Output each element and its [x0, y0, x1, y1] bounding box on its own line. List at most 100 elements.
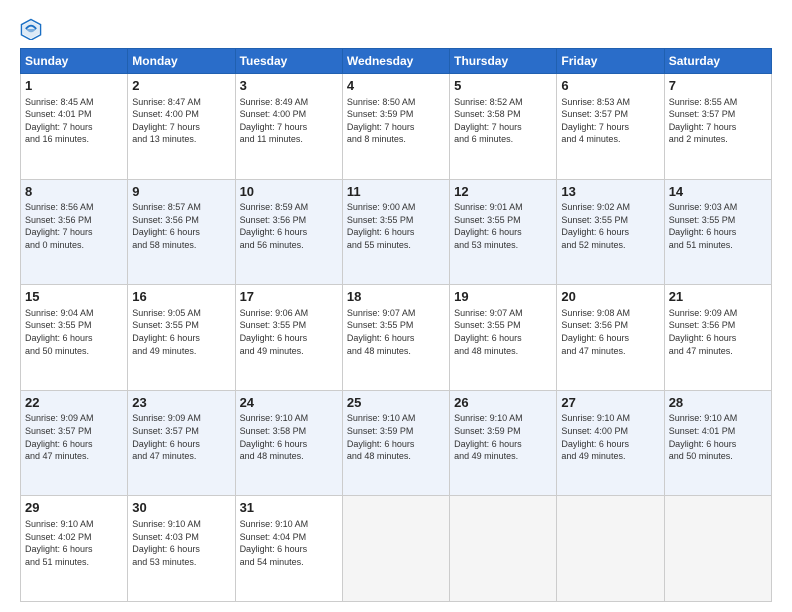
calendar-cell: 8Sunrise: 8:56 AMSunset: 3:56 PMDaylight… [21, 179, 128, 285]
calendar-cell: 1Sunrise: 8:45 AMSunset: 4:01 PMDaylight… [21, 74, 128, 180]
day-number: 14 [669, 183, 767, 201]
day-header-saturday: Saturday [664, 49, 771, 74]
calendar-week-1: 1Sunrise: 8:45 AMSunset: 4:01 PMDaylight… [21, 74, 772, 180]
calendar-cell: 7Sunrise: 8:55 AMSunset: 3:57 PMDaylight… [664, 74, 771, 180]
cell-info: Sunrise: 9:10 AMSunset: 3:58 PMDaylight:… [240, 412, 338, 462]
cell-info: Sunrise: 8:55 AMSunset: 3:57 PMDaylight:… [669, 96, 767, 146]
day-number: 16 [132, 288, 230, 306]
cell-info: Sunrise: 9:10 AMSunset: 4:00 PMDaylight:… [561, 412, 659, 462]
cell-info: Sunrise: 8:50 AMSunset: 3:59 PMDaylight:… [347, 96, 445, 146]
calendar-week-3: 15Sunrise: 9:04 AMSunset: 3:55 PMDayligh… [21, 285, 772, 391]
cell-info: Sunrise: 8:59 AMSunset: 3:56 PMDaylight:… [240, 201, 338, 251]
cell-info: Sunrise: 9:10 AMSunset: 4:01 PMDaylight:… [669, 412, 767, 462]
calendar-cell: 26Sunrise: 9:10 AMSunset: 3:59 PMDayligh… [450, 390, 557, 496]
day-number: 7 [669, 77, 767, 95]
cell-info: Sunrise: 8:49 AMSunset: 4:00 PMDaylight:… [240, 96, 338, 146]
cell-info: Sunrise: 9:09 AMSunset: 3:57 PMDaylight:… [25, 412, 123, 462]
calendar-cell: 4Sunrise: 8:50 AMSunset: 3:59 PMDaylight… [342, 74, 449, 180]
day-header-monday: Monday [128, 49, 235, 74]
day-header-wednesday: Wednesday [342, 49, 449, 74]
calendar-cell: 18Sunrise: 9:07 AMSunset: 3:55 PMDayligh… [342, 285, 449, 391]
cell-info: Sunrise: 9:06 AMSunset: 3:55 PMDaylight:… [240, 307, 338, 357]
logo-icon [20, 18, 42, 40]
calendar-cell: 29Sunrise: 9:10 AMSunset: 4:02 PMDayligh… [21, 496, 128, 602]
cell-info: Sunrise: 8:45 AMSunset: 4:01 PMDaylight:… [25, 96, 123, 146]
calendar-cell: 25Sunrise: 9:10 AMSunset: 3:59 PMDayligh… [342, 390, 449, 496]
day-number: 6 [561, 77, 659, 95]
day-number: 28 [669, 394, 767, 412]
day-number: 13 [561, 183, 659, 201]
cell-info: Sunrise: 9:03 AMSunset: 3:55 PMDaylight:… [669, 201, 767, 251]
calendar-table: SundayMondayTuesdayWednesdayThursdayFrid… [20, 48, 772, 602]
day-number: 3 [240, 77, 338, 95]
calendar-cell: 30Sunrise: 9:10 AMSunset: 4:03 PMDayligh… [128, 496, 235, 602]
day-number: 11 [347, 183, 445, 201]
day-number: 20 [561, 288, 659, 306]
cell-info: Sunrise: 9:10 AMSunset: 4:02 PMDaylight:… [25, 518, 123, 568]
day-number: 23 [132, 394, 230, 412]
day-number: 12 [454, 183, 552, 201]
calendar-cell: 15Sunrise: 9:04 AMSunset: 3:55 PMDayligh… [21, 285, 128, 391]
calendar-cell: 5Sunrise: 8:52 AMSunset: 3:58 PMDaylight… [450, 74, 557, 180]
cell-info: Sunrise: 9:05 AMSunset: 3:55 PMDaylight:… [132, 307, 230, 357]
calendar-cell: 3Sunrise: 8:49 AMSunset: 4:00 PMDaylight… [235, 74, 342, 180]
calendar-cell: 28Sunrise: 9:10 AMSunset: 4:01 PMDayligh… [664, 390, 771, 496]
day-number: 18 [347, 288, 445, 306]
day-number: 5 [454, 77, 552, 95]
calendar-cell: 22Sunrise: 9:09 AMSunset: 3:57 PMDayligh… [21, 390, 128, 496]
calendar-cell: 9Sunrise: 8:57 AMSunset: 3:56 PMDaylight… [128, 179, 235, 285]
cell-info: Sunrise: 8:56 AMSunset: 3:56 PMDaylight:… [25, 201, 123, 251]
day-number: 27 [561, 394, 659, 412]
calendar-week-2: 8Sunrise: 8:56 AMSunset: 3:56 PMDaylight… [21, 179, 772, 285]
calendar-cell: 16Sunrise: 9:05 AMSunset: 3:55 PMDayligh… [128, 285, 235, 391]
calendar-cell: 31Sunrise: 9:10 AMSunset: 4:04 PMDayligh… [235, 496, 342, 602]
calendar-cell: 24Sunrise: 9:10 AMSunset: 3:58 PMDayligh… [235, 390, 342, 496]
calendar-header-row: SundayMondayTuesdayWednesdayThursdayFrid… [21, 49, 772, 74]
cell-info: Sunrise: 8:53 AMSunset: 3:57 PMDaylight:… [561, 96, 659, 146]
calendar-cell: 2Sunrise: 8:47 AMSunset: 4:00 PMDaylight… [128, 74, 235, 180]
calendar-cell [557, 496, 664, 602]
day-number: 22 [25, 394, 123, 412]
header [20, 18, 772, 40]
cell-info: Sunrise: 9:02 AMSunset: 3:55 PMDaylight:… [561, 201, 659, 251]
cell-info: Sunrise: 8:52 AMSunset: 3:58 PMDaylight:… [454, 96, 552, 146]
day-header-tuesday: Tuesday [235, 49, 342, 74]
day-number: 25 [347, 394, 445, 412]
calendar-cell [664, 496, 771, 602]
cell-info: Sunrise: 9:07 AMSunset: 3:55 PMDaylight:… [347, 307, 445, 357]
day-header-sunday: Sunday [21, 49, 128, 74]
cell-info: Sunrise: 9:10 AMSunset: 4:04 PMDaylight:… [240, 518, 338, 568]
day-number: 30 [132, 499, 230, 517]
day-number: 17 [240, 288, 338, 306]
page: SundayMondayTuesdayWednesdayThursdayFrid… [0, 0, 792, 612]
calendar-cell [342, 496, 449, 602]
cell-info: Sunrise: 9:09 AMSunset: 3:56 PMDaylight:… [669, 307, 767, 357]
calendar-week-4: 22Sunrise: 9:09 AMSunset: 3:57 PMDayligh… [21, 390, 772, 496]
day-number: 4 [347, 77, 445, 95]
calendar-cell: 23Sunrise: 9:09 AMSunset: 3:57 PMDayligh… [128, 390, 235, 496]
calendar-cell [450, 496, 557, 602]
calendar-cell: 21Sunrise: 9:09 AMSunset: 3:56 PMDayligh… [664, 285, 771, 391]
day-number: 9 [132, 183, 230, 201]
cell-info: Sunrise: 8:57 AMSunset: 3:56 PMDaylight:… [132, 201, 230, 251]
day-number: 31 [240, 499, 338, 517]
day-number: 10 [240, 183, 338, 201]
calendar-cell: 6Sunrise: 8:53 AMSunset: 3:57 PMDaylight… [557, 74, 664, 180]
cell-info: Sunrise: 9:00 AMSunset: 3:55 PMDaylight:… [347, 201, 445, 251]
calendar-cell: 12Sunrise: 9:01 AMSunset: 3:55 PMDayligh… [450, 179, 557, 285]
day-header-thursday: Thursday [450, 49, 557, 74]
calendar-cell: 27Sunrise: 9:10 AMSunset: 4:00 PMDayligh… [557, 390, 664, 496]
day-number: 1 [25, 77, 123, 95]
cell-info: Sunrise: 8:47 AMSunset: 4:00 PMDaylight:… [132, 96, 230, 146]
day-number: 2 [132, 77, 230, 95]
calendar-cell: 10Sunrise: 8:59 AMSunset: 3:56 PMDayligh… [235, 179, 342, 285]
cell-info: Sunrise: 9:07 AMSunset: 3:55 PMDaylight:… [454, 307, 552, 357]
cell-info: Sunrise: 9:10 AMSunset: 3:59 PMDaylight:… [454, 412, 552, 462]
cell-info: Sunrise: 9:01 AMSunset: 3:55 PMDaylight:… [454, 201, 552, 251]
day-number: 21 [669, 288, 767, 306]
day-number: 26 [454, 394, 552, 412]
day-number: 24 [240, 394, 338, 412]
cell-info: Sunrise: 9:10 AMSunset: 3:59 PMDaylight:… [347, 412, 445, 462]
day-number: 15 [25, 288, 123, 306]
calendar-cell: 13Sunrise: 9:02 AMSunset: 3:55 PMDayligh… [557, 179, 664, 285]
